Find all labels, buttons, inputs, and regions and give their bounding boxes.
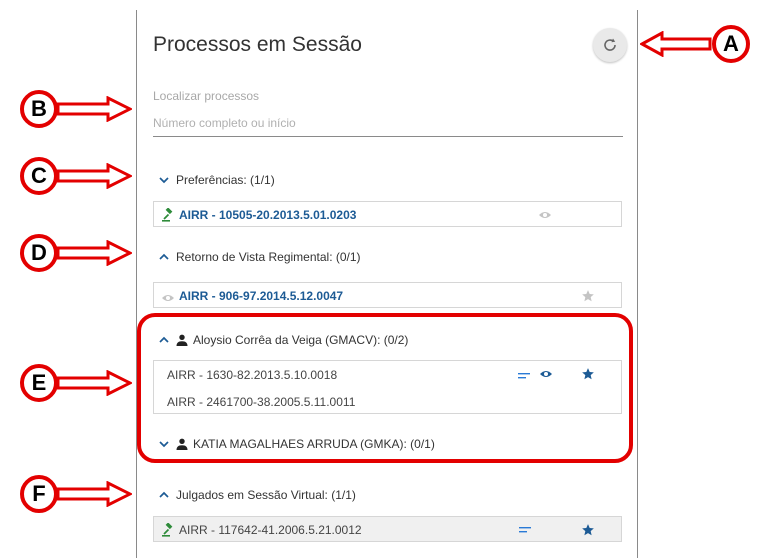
annotation-arrow-f [56,481,132,507]
process-link[interactable]: AIRR - 10505-20.2013.5.01.0203 [179,208,356,222]
group-label: Preferências: (1/1) [176,173,275,187]
process-card-julgados[interactable]: AIRR - 117642-41.2006.5.21.0012 [153,516,622,542]
process-link[interactable]: AIRR - 117642-41.2006.5.21.0012 [179,523,362,537]
annotation-arrow-e [56,370,132,396]
eye-icon [162,295,174,301]
search-label: Localizar processos [153,89,260,103]
group-header-preferencias[interactable]: Preferências: (1/1) [159,173,275,187]
annotation-arrow-d [56,240,132,266]
annotation-arrow-c [56,163,132,189]
annotation-arrow-a [640,31,712,57]
group-label: Retorno de Vista Regimental: (0/1) [176,250,361,264]
panel-right-border [637,10,638,558]
star-icon[interactable] [581,523,595,537]
group-header-retorno-vista[interactable]: Retorno de Vista Regimental: (0/1) [159,250,361,264]
eye-icon[interactable] [538,210,552,220]
panel-left-border [136,10,137,558]
annotation-badge-f: F [20,475,58,513]
annotation-badge-e: E [20,364,58,402]
gavel-icon [162,523,173,537]
search-input[interactable] [153,110,623,137]
annotation-badge-d: D [20,234,58,272]
group-label: Julgados em Sessão Virtual: (1/1) [176,488,356,502]
process-card-retorno-vista[interactable]: AIRR - 906-97.2014.5.12.0047 [153,282,622,308]
star-icon[interactable] [581,289,595,303]
annotation-badge-a: A [712,25,750,63]
gavel-icon [162,208,173,222]
process-card-preferencias[interactable]: AIRR - 10505-20.2013.5.01.0203 [153,201,622,227]
page-title: Processos em Sessão [153,33,362,56]
annotation-badge-b: B [20,90,58,128]
process-link[interactable]: AIRR - 906-97.2014.5.12.0047 [179,289,343,303]
annotation-highlight-e [137,313,633,463]
refresh-icon [604,38,616,51]
group-header-julgados[interactable]: Julgados em Sessão Virtual: (1/1) [159,488,356,502]
chevron-up-icon [159,253,169,260]
lines-icon[interactable] [519,526,531,534]
annotation-arrow-b [56,96,132,122]
annotation-badge-c: C [20,157,58,195]
chevron-up-icon [159,491,169,498]
refresh-button[interactable] [593,28,627,62]
chevron-down-icon [159,177,169,184]
